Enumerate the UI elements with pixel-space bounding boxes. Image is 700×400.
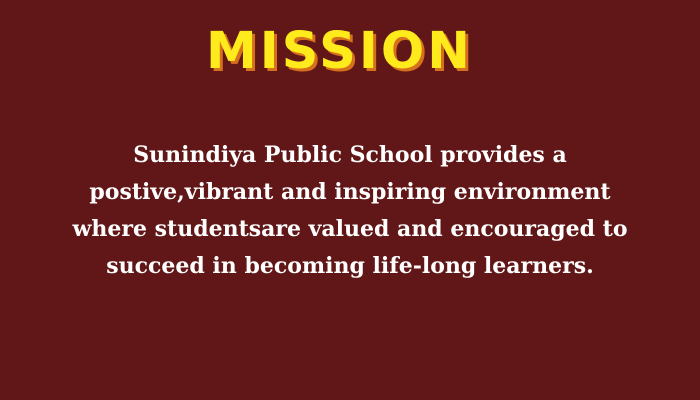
- mission-line-3: where studentsare valued and encouraged …: [72, 216, 628, 242]
- mission-graphic: MISSION Sunindiya Public School provides…: [0, 0, 700, 400]
- mission-line-2: postive,vibrant and inspiring environmen…: [89, 179, 611, 205]
- mission-line-1: Sunindiya Public School provides a: [133, 142, 567, 168]
- mission-line-4: succeed in becoming life-long learners.: [106, 253, 594, 279]
- mission-statement: Sunindiya Public School provides a posti…: [20, 137, 680, 285]
- mission-heading: MISSION: [206, 22, 473, 81]
